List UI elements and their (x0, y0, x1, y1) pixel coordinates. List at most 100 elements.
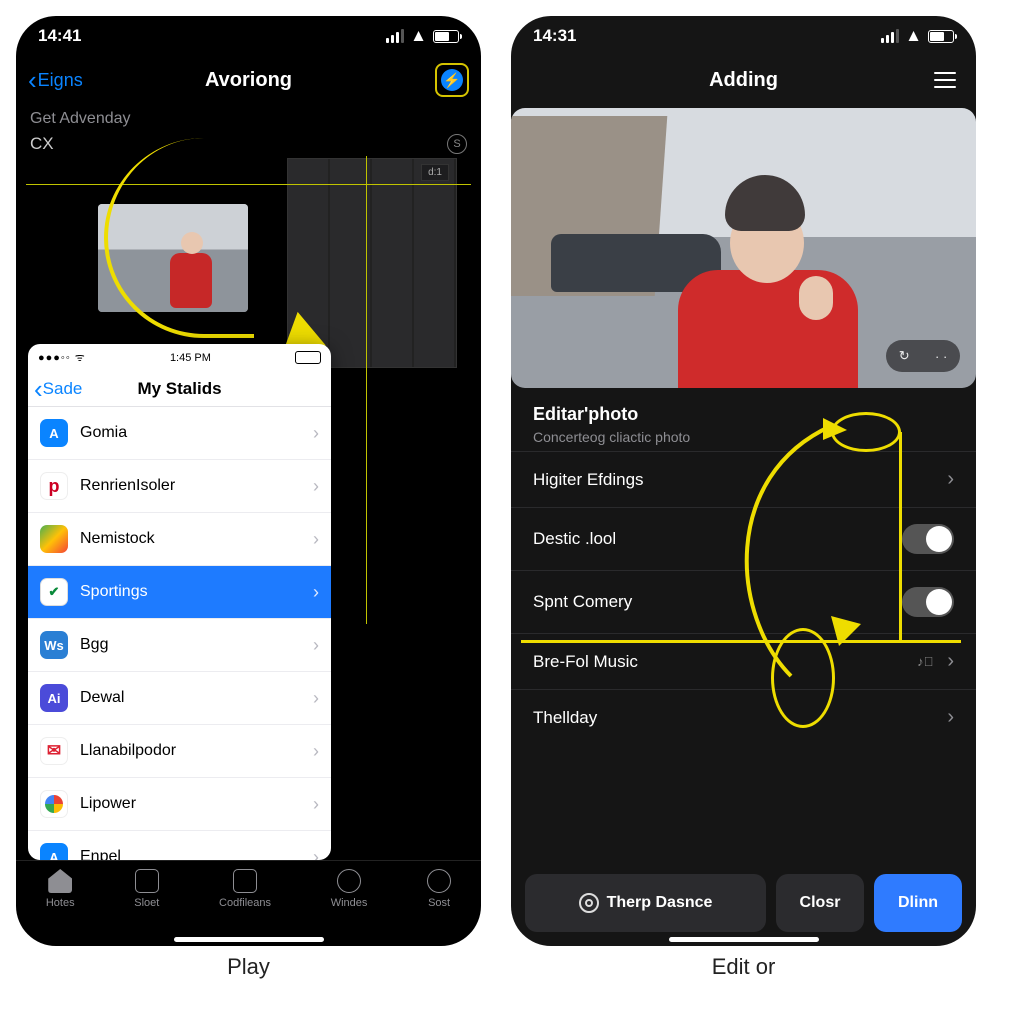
cell-signal-icon (386, 29, 404, 43)
app-label: RenrienIsoler (80, 477, 175, 495)
timeline-tag: d:1 (421, 164, 449, 181)
app-icon (40, 790, 68, 818)
photo-actions-pill[interactable]: ↻ · · (886, 340, 960, 372)
sheet-time: 1:45 PM (170, 352, 211, 364)
settings-label: Therp Dasnce (607, 894, 713, 912)
section-title: Editar'photo (533, 404, 954, 425)
app-icon: ✔ (40, 578, 68, 606)
tab-hotes[interactable]: Hotes (46, 869, 75, 932)
option-bre-fol-music[interactable]: Bre-Fol Music♪⃞› (511, 633, 976, 689)
chevron-right-icon: › (313, 582, 319, 603)
chevron-right-icon: › (313, 635, 319, 656)
sheet-status: ●●●◦◦ ᯤ 1:45 PM (28, 344, 331, 371)
option-thellday[interactable]: Thellday › (511, 689, 976, 745)
sheet-nav: ‹ Sade My Stalids (28, 371, 331, 407)
tab-label: Sost (428, 897, 450, 909)
caption-left: Play (16, 954, 481, 980)
tab-codfileans[interactable]: Codfileans (219, 869, 271, 932)
app-label: Dewal (80, 689, 124, 707)
app-row-nemistock[interactable]: Nemistock › (28, 513, 331, 566)
sheet-signal-icon: ●●●◦◦ ᯤ (38, 350, 86, 365)
clock-icon (337, 869, 361, 893)
tab-bar: Hotes Sloet Codfileans Windes Sost (16, 860, 481, 932)
sheet-icon (135, 869, 159, 893)
music-icon: ♪⃞ (917, 654, 933, 669)
annotation-vline (366, 156, 367, 624)
sheet-back-button[interactable]: ‹ Sade (28, 376, 82, 402)
done-button[interactable]: Dlinn (874, 874, 962, 932)
option-label: Higiter Efdings (533, 470, 644, 490)
toggle-switch[interactable] (902, 587, 954, 617)
chevron-left-icon: ‹ (28, 67, 37, 93)
battery-icon (928, 30, 954, 43)
chevron-right-icon: › (947, 706, 954, 729)
bolt-icon: ⚡ (441, 69, 463, 91)
chevron-right-icon: › (313, 688, 319, 709)
tab-sost[interactable]: Sost (427, 869, 451, 932)
status-bar: 14:31 ▲ (511, 16, 976, 56)
close-label: Closr (800, 894, 841, 912)
option-spnt-comery[interactable]: Spnt Comery (511, 570, 976, 633)
toggle-switch[interactable] (902, 524, 954, 554)
app-label: Nemistock (80, 530, 155, 548)
clip-thumbnail[interactable] (98, 204, 248, 312)
rotate-icon[interactable]: ↻ (899, 348, 910, 364)
app-label: Lipower (80, 795, 136, 813)
option-higiter-efdings[interactable]: Higiter Efdings › (511, 451, 976, 507)
more-icon[interactable]: · · (935, 349, 947, 364)
menu-button[interactable] (934, 72, 956, 89)
app-icon: Ws (40, 631, 68, 659)
app-row-enpel[interactable]: A Enpel › (28, 831, 331, 860)
app-label: Enpel (80, 848, 121, 860)
home-indicator[interactable] (669, 937, 819, 942)
bottom-bar: Therp Dasnce Closr Dlinn (525, 874, 962, 932)
photo-preview[interactable]: ↻ · · (511, 108, 976, 388)
home-indicator[interactable] (174, 937, 324, 942)
app-row-gomia[interactable]: A Gomia › (28, 407, 331, 460)
back-label: Eigns (38, 70, 83, 91)
chevron-right-icon: › (313, 529, 319, 550)
tab-windes[interactable]: Windes (331, 869, 368, 932)
option-label: Thellday (533, 708, 597, 728)
option-destic-lool[interactable]: Destic .lool (511, 507, 976, 570)
app-row-bgg[interactable]: Ws Bgg › (28, 619, 331, 672)
chevron-right-icon: › (947, 468, 954, 491)
info-icon[interactable]: S (447, 134, 467, 154)
tab-sloet[interactable]: Sloet (134, 869, 159, 932)
tab-label: Sloet (134, 897, 159, 909)
bolt-button[interactable]: ⚡ (435, 63, 469, 97)
option-label: Bre-Fol Music (533, 652, 638, 672)
sheet-battery-icon (295, 351, 321, 364)
tab-label: Codfileans (219, 897, 271, 909)
chevron-right-icon: › (313, 423, 319, 444)
app-label: Gomia (80, 424, 127, 442)
timeline-area[interactable]: d:1 (26, 164, 471, 364)
done-label: Dlinn (898, 894, 938, 912)
sheet-title: My Stalids (137, 379, 221, 399)
more-icon (427, 869, 451, 893)
app-label: Bgg (80, 636, 108, 654)
nav-bar: Adding (511, 56, 976, 104)
gear-icon (579, 893, 599, 913)
nav-bar: ‹ Eigns Avoriong ⚡ (16, 56, 481, 104)
app-row-llanabilpodor[interactable]: ✉ Llanabilpodor › (28, 725, 331, 778)
caption-right: Edit or (511, 954, 976, 980)
app-icon: Ai (40, 684, 68, 712)
chevron-right-icon: › (313, 794, 319, 815)
close-button[interactable]: Closr (776, 874, 864, 932)
wifi-icon: ▲ (905, 26, 922, 46)
app-row-sportings[interactable]: ✔ Sportings › (28, 566, 331, 619)
battery-icon (433, 30, 459, 43)
app-row-lipower[interactable]: Lipower › (28, 778, 331, 831)
back-button[interactable]: ‹ Eigns (28, 67, 83, 93)
section-header: Editar'photo Concerteog cliactic photo (511, 388, 976, 451)
app-picker-sheet: ●●●◦◦ ᯤ 1:45 PM ‹ Sade My Stalids A Gomi… (28, 344, 331, 860)
settings-button[interactable]: Therp Dasnce (525, 874, 766, 932)
app-row-renrienisoler[interactable]: p RenrienIsoler › (28, 460, 331, 513)
chevron-left-icon: ‹ (34, 376, 43, 402)
app-row-dewal[interactable]: Ai Dewal › (28, 672, 331, 725)
phone-left: 14:41 ▲ ‹ Eigns Avoriong ⚡ Get Advenday … (16, 16, 481, 946)
option-label: Destic .lool (533, 529, 616, 549)
nav-title: Avoriong (205, 69, 292, 92)
sub-heading: Get Advenday (16, 104, 481, 130)
